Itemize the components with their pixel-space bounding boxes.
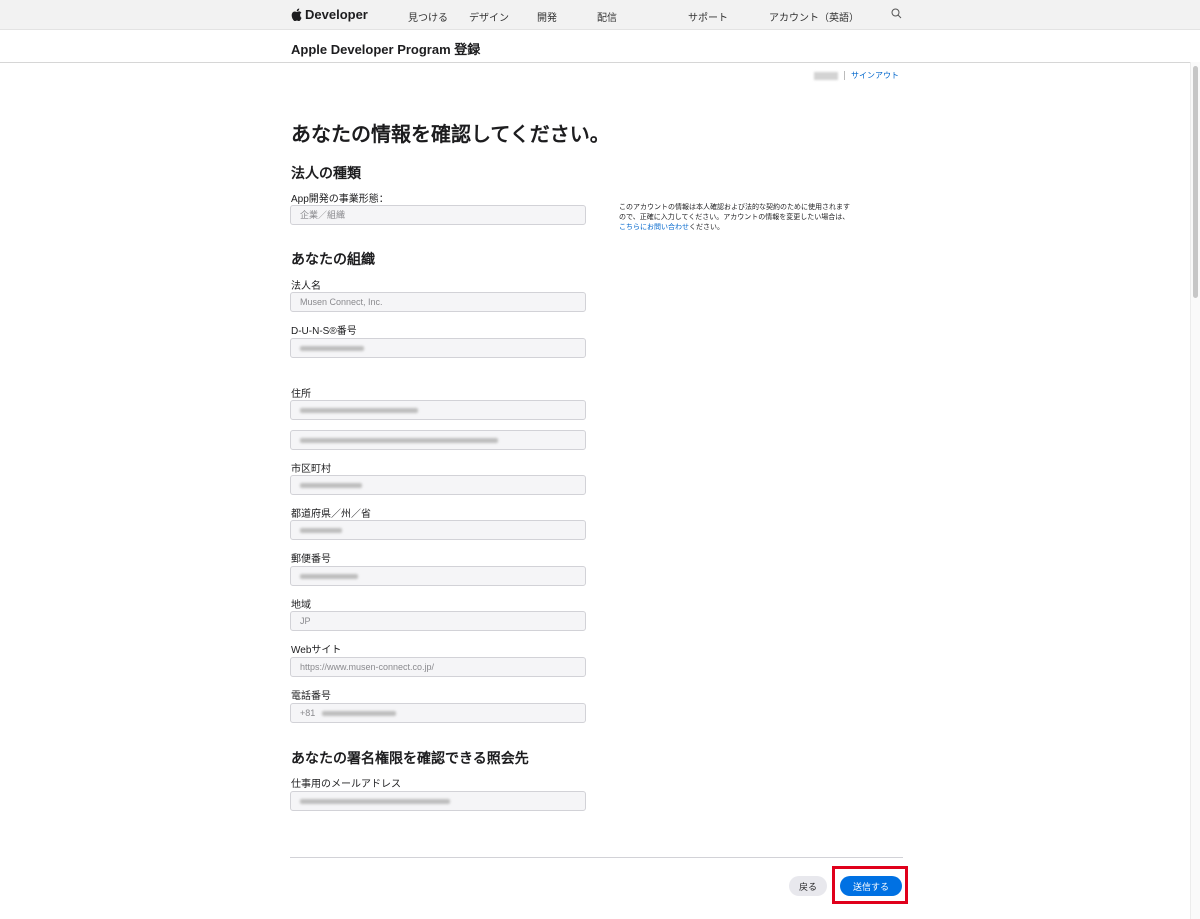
nav-develop[interactable]: 開発 [537,9,557,24]
redacted-value [300,574,358,580]
legal-name-label: 法人名 [291,281,321,292]
entity-type-field[interactable]: 企業／組織 [290,205,586,225]
address-line2-field[interactable] [290,430,586,450]
entity-type-label: App開発の事業形態： [291,194,389,205]
state-label: 都道府県／州／省 [291,509,371,520]
phone-label: 電話番号 [291,691,331,702]
back-button[interactable]: 戻る [789,876,827,896]
global-nav: Developer 見つける デザイン 開発 配信 サポート アカウント（英語） [0,0,1200,30]
address-label: 住所 [291,389,311,400]
region-field[interactable]: JP [290,611,586,631]
submit-highlight-box [832,866,908,904]
postal-code-field[interactable] [290,566,586,586]
redacted-value [300,528,342,534]
page-scrollbar[interactable] [1190,62,1200,919]
footer-divider [290,857,903,858]
duns-label: D-U-N-S®番号 [291,326,357,337]
program-title: Apple Developer Program 登録 [291,42,481,57]
region-label: 地域 [291,600,311,611]
account-info-note: このアカウントの情報は本人確認および法的な契約のために使用されますので、正確に入… [619,203,855,233]
redacted-value [300,438,498,444]
website-label: Webサイト [291,645,342,656]
work-email-label: 仕事用のメールアドレス [291,779,401,790]
state-field[interactable] [290,520,586,540]
phone-prefix: +81 [300,708,316,718]
postal-code-label: 郵便番号 [291,554,331,565]
redacted-value [300,483,362,489]
account-separator [844,71,845,80]
nav-support[interactable]: サポート [688,9,728,24]
nav-design[interactable]: デザイン [469,9,509,24]
contact-us-link[interactable]: こちらにお問い合わせ [619,224,689,231]
note-text: このアカウントの情報は本人確認および法的な契約のために使用されますので、正確に入… [619,204,850,221]
redacted-value [300,346,364,352]
program-bar: Apple Developer Program 登録 [0,30,1200,63]
apple-logo-icon [291,8,302,21]
website-field[interactable]: https://www.musen-connect.co.jp/ [290,657,586,677]
sign-out-link[interactable]: サインアウト [851,70,899,81]
city-label: 市区町村 [291,464,331,475]
account-row: サインアウト [814,70,899,81]
nav-distribute[interactable]: 配信 [597,9,617,24]
developer-home-link[interactable]: Developer [291,7,368,22]
redacted-value [300,408,418,414]
nav-account[interactable]: アカウント（英語） [769,9,859,24]
scrollbar-thumb[interactable] [1193,66,1198,298]
note-text-end: ください。 [689,224,724,231]
duns-field[interactable] [290,338,586,358]
phone-field[interactable]: +81 [290,703,586,723]
city-field[interactable] [290,475,586,495]
work-email-field[interactable] [290,791,586,811]
brand-label: Developer [305,7,368,22]
address-line1-field[interactable] [290,400,586,420]
search-icon[interactable] [891,8,902,19]
page-title: あなたの情報を確認してください。 [291,124,610,146]
signing-authority-heading: あなたの署名権限を確認できる照会先 [291,750,529,766]
account-name-redacted [814,71,838,80]
nav-discover[interactable]: 見つける [408,9,448,24]
redacted-value [321,711,396,717]
organization-heading: あなたの組織 [291,251,375,267]
redacted-value [300,799,450,805]
legal-name-field[interactable]: Musen Connect, Inc. [290,292,586,312]
entity-type-heading: 法人の種類 [291,165,361,181]
